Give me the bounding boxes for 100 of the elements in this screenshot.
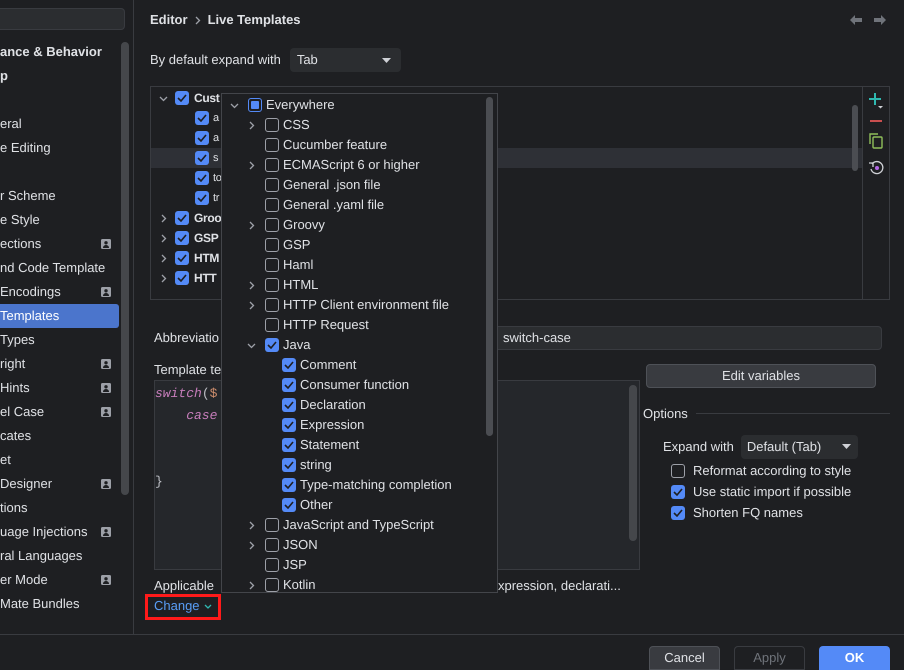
checkbox[interactable]: [671, 485, 685, 499]
checkbox[interactable]: [282, 458, 296, 472]
sidebar-item[interactable]: Mate Bundles: [0, 592, 119, 616]
checkbox[interactable]: [265, 578, 279, 592]
chevron-right-icon[interactable]: [246, 540, 256, 550]
context-item[interactable]: ECMAScript 6 or higher: [283, 155, 420, 175]
checkbox[interactable]: [265, 138, 279, 152]
sidebar-item[interactable]: r Scheme: [0, 184, 119, 208]
checkbox[interactable]: [195, 111, 209, 125]
add-icon[interactable]: [869, 93, 883, 109]
dialog-button[interactable]: Cancel: [649, 646, 720, 670]
checkbox[interactable]: [265, 278, 279, 292]
checkbox[interactable]: [195, 191, 209, 205]
checkbox[interactable]: [265, 118, 279, 132]
context-item[interactable]: JSP: [283, 555, 307, 575]
checkbox-label[interactable]: Reformat according to style: [693, 461, 852, 481]
checkbox[interactable]: [282, 438, 296, 452]
chevron-right-icon[interactable]: [158, 214, 168, 222]
sidebar-item[interactable]: Hints: [0, 376, 119, 400]
checkbox[interactable]: [265, 198, 279, 212]
sidebar-item[interactable]: tions: [0, 496, 119, 520]
chevron-right-icon[interactable]: [246, 580, 256, 590]
edit-variables-button[interactable]: Edit variables: [646, 364, 876, 388]
checkbox[interactable]: [265, 338, 279, 352]
scrollbar-thumb[interactable]: [486, 97, 493, 436]
template-item[interactable]: s: [213, 150, 218, 166]
chevron-right-icon[interactable]: [246, 280, 256, 290]
context-item[interactable]: General .json file: [283, 175, 381, 195]
sidebar-item[interactable]: uage Injections: [0, 520, 119, 544]
copy-icon[interactable]: [869, 133, 883, 149]
context-item[interactable]: Everywhere: [266, 95, 335, 115]
breadcrumb-item[interactable]: Live Templates: [208, 10, 301, 30]
breadcrumb-item[interactable]: Editor: [150, 10, 188, 30]
context-item[interactable]: HTTP Client environment file: [283, 295, 449, 315]
template-item[interactable]: GSP: [194, 229, 218, 247]
checkbox[interactable]: [265, 558, 279, 572]
checkbox[interactable]: [282, 418, 296, 432]
checkbox-label[interactable]: Use static import if possible: [693, 482, 852, 502]
chevron-right-icon[interactable]: [246, 300, 256, 310]
expand-with-dropdown[interactable]: Default (Tab): [740, 434, 858, 458]
context-item[interactable]: Declaration: [300, 395, 366, 415]
context-item[interactable]: Kotlin: [283, 575, 316, 592]
context-item[interactable]: HTML: [283, 275, 318, 295]
checkbox[interactable]: [195, 151, 209, 165]
context-item[interactable]: JavaScript and TypeScript: [283, 515, 434, 535]
sidebar-item[interactable]: ral Languages: [0, 544, 119, 568]
checkbox[interactable]: [265, 298, 279, 312]
context-item[interactable]: Groovy: [283, 215, 325, 235]
checkbox[interactable]: [265, 238, 279, 252]
context-item[interactable]: General .yaml file: [283, 195, 384, 215]
context-item[interactable]: Other: [300, 495, 333, 515]
chevron-right-icon[interactable]: [158, 254, 168, 262]
template-item[interactable]: HTM: [194, 249, 220, 267]
template-item[interactable]: tr: [213, 190, 220, 206]
context-item[interactable]: Expression: [300, 415, 364, 435]
checkbox[interactable]: [282, 498, 296, 512]
checkbox[interactable]: [195, 171, 209, 185]
sidebar-item[interactable]: ections: [0, 232, 119, 256]
chevron-right-icon[interactable]: [246, 160, 256, 170]
sidebar-item[interactable]: ance & Behavior: [0, 40, 119, 64]
checkbox[interactable]: [175, 211, 189, 225]
template-item[interactable]: a: [213, 130, 219, 146]
context-item[interactable]: Type-matching completion: [300, 475, 452, 495]
sidebar-item[interactable]: Encodings: [0, 280, 119, 304]
chevron-right-icon[interactable]: [246, 220, 256, 230]
checkbox[interactable]: [175, 91, 189, 105]
context-item[interactable]: GSP: [283, 235, 310, 255]
sidebar-item[interactable]: right: [0, 352, 119, 376]
context-item[interactable]: Statement: [300, 435, 360, 455]
context-item[interactable]: Haml: [283, 255, 314, 275]
checkbox[interactable]: [265, 318, 279, 332]
checkbox[interactable]: [265, 158, 279, 172]
sidebar-item[interactable]: nd Code Template: [0, 256, 119, 280]
sidebar-item[interactable]: e Style: [0, 208, 119, 232]
chevron-down-icon[interactable]: [230, 100, 238, 110]
sidebar-item[interactable]: e Editing: [0, 136, 119, 160]
sidebar-item[interactable]: el Case: [0, 400, 119, 424]
checkbox[interactable]: [265, 258, 279, 272]
context-item[interactable]: Consumer function: [300, 375, 410, 395]
checkbox[interactable]: [265, 178, 279, 192]
context-item[interactable]: Java: [283, 335, 310, 355]
template-item[interactable]: Cust: [194, 89, 220, 107]
sidebar-item[interactable]: cates: [0, 424, 119, 448]
checkbox[interactable]: [671, 464, 685, 478]
scrollbar-thumb[interactable]: [852, 105, 858, 171]
checkbox[interactable]: [195, 131, 209, 145]
context-item[interactable]: Comment: [300, 355, 356, 375]
sidebar-item[interactable]: et: [0, 448, 119, 472]
context-item[interactable]: HTTP Request: [283, 315, 369, 335]
search-field[interactable]: [0, 8, 125, 30]
checkbox[interactable]: [265, 518, 279, 532]
forward-arrow-icon[interactable]: [874, 15, 886, 25]
sidebar-item[interactable]: eral: [0, 112, 119, 136]
back-arrow-icon[interactable]: [850, 15, 862, 25]
checkbox[interactable]: [265, 538, 279, 552]
context-item[interactable]: CSS: [283, 115, 310, 135]
checkbox[interactable]: [282, 358, 296, 372]
context-item[interactable]: string: [300, 455, 332, 475]
template-item[interactable]: Groo: [194, 209, 222, 227]
chevron-right-icon[interactable]: [158, 234, 168, 242]
